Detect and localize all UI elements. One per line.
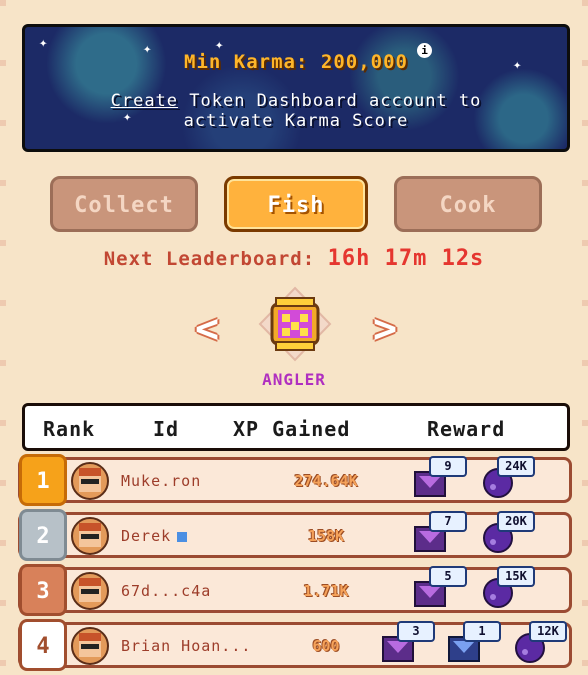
reward-count: 1: [463, 621, 501, 642]
chest-icon: 3: [381, 621, 435, 663]
table-row[interactable]: 1 Muke.ron 274.64K 9 24K: [18, 454, 572, 506]
next-leaderboard: Next Leaderboard: 16h 17m 12s: [0, 246, 588, 271]
table-row[interactable]: 3 67d...c4a 1.71K 5 15K: [18, 564, 572, 616]
banner-line-2: activate Karma Score: [183, 111, 409, 131]
reward-count: 24K: [497, 456, 535, 477]
chest-icon: 5: [413, 566, 467, 608]
player-id: Derek: [121, 527, 188, 545]
player-id-text: Derek: [121, 527, 172, 545]
xp-gained: 600: [312, 637, 340, 655]
rank-badge: 4: [19, 619, 67, 671]
xp-gained: 1.71K: [303, 582, 349, 600]
rank-badge: 3: [19, 564, 67, 616]
chest-icon: 7: [413, 511, 467, 553]
verified-icon: [177, 531, 188, 542]
orb-icon: 12K: [513, 621, 567, 663]
avatar: [71, 627, 109, 665]
avatar: [71, 462, 109, 500]
prev-arrow-icon[interactable]: <: [190, 309, 224, 349]
player-id: 67d...c4a: [121, 582, 212, 600]
karma-banner: ✦ ✦ ✦ ✦ ✦ Min Karma: 200,000 i Create To…: [22, 24, 570, 152]
info-icon[interactable]: i: [417, 43, 432, 58]
tab-collect[interactable]: Collect: [50, 176, 198, 232]
banner-line-1: Create Token Dashboard account to: [25, 91, 567, 111]
avatar: [71, 517, 109, 555]
header-xp: XP Gained: [233, 417, 351, 441]
orb-icon: 20K: [481, 511, 535, 553]
reward-count: 20K: [497, 511, 535, 532]
next-arrow-icon[interactable]: >: [368, 309, 402, 349]
category-name: ANGLER: [262, 370, 326, 389]
rank-badge: 2: [19, 509, 67, 561]
reward-count: 15K: [497, 566, 535, 587]
next-leaderboard-label: Next Leaderboard:: [103, 248, 316, 270]
header-id: Id: [153, 417, 180, 441]
table-row[interactable]: 2 Derek 158K 7 20K: [18, 509, 572, 561]
table-row[interactable]: 4 Brian Hoan... 600 3 1 12K: [18, 619, 572, 671]
header-rank: Rank: [43, 417, 96, 441]
xp-gained: 158K: [307, 527, 345, 545]
orb-icon: 24K: [481, 456, 535, 498]
reward-count: 9: [429, 456, 467, 477]
player-id: Brian Hoan...: [121, 637, 252, 655]
countdown-timer: 16h 17m 12s: [327, 246, 485, 271]
create-link[interactable]: Create: [111, 91, 178, 111]
orb-icon: 15K: [481, 566, 535, 608]
min-karma-label: Min Karma: 200,000: [184, 51, 408, 73]
chest-icon: 9: [413, 456, 467, 498]
tab-fish[interactable]: Fish: [224, 176, 368, 232]
avatar: [71, 572, 109, 610]
banner-line-1-text: Token Dashboard account to: [178, 91, 482, 111]
reward-count: 7: [429, 511, 467, 532]
reward-count: 5: [429, 566, 467, 587]
chest-blue-icon: 1: [447, 621, 501, 663]
player-id: Muke.ron: [121, 472, 202, 490]
rank-badge: 1: [19, 454, 67, 506]
leaderboard-header: Rank Id XP Gained Reward: [22, 403, 570, 451]
xp-gained: 274.64K: [294, 472, 358, 490]
reward-count: 3: [397, 621, 435, 642]
tab-cook[interactable]: Cook: [394, 176, 542, 232]
header-reward: Reward: [427, 417, 506, 441]
reward-count: 12K: [529, 621, 567, 642]
angler-crown-icon: [258, 286, 332, 362]
sparkle-icon: ✦: [39, 35, 48, 51]
